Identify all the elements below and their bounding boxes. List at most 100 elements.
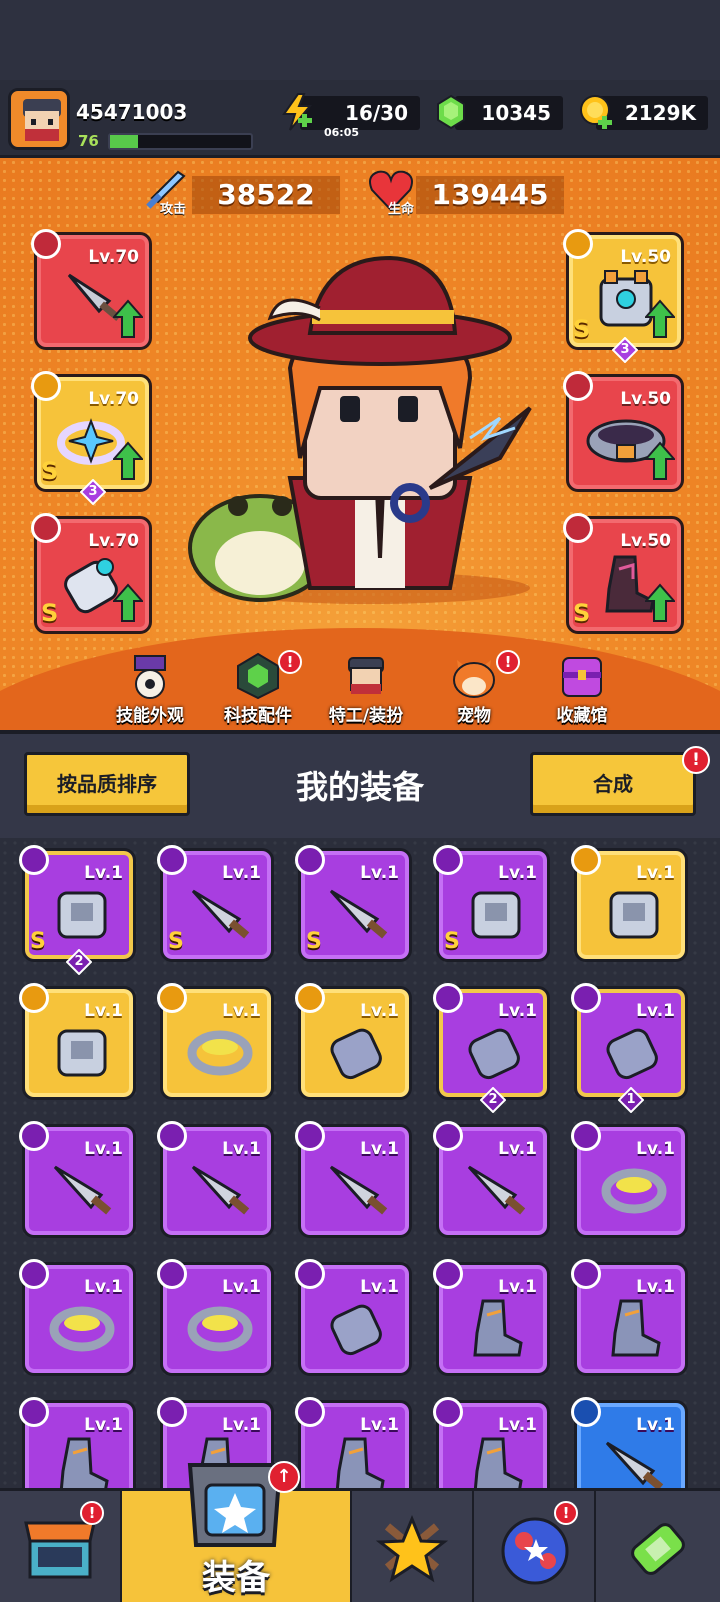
armor-type-icon	[19, 845, 49, 875]
energy-counter[interactable]: 16/30	[300, 96, 420, 130]
boots-type-icon	[563, 513, 593, 543]
boots-type-icon	[157, 1397, 187, 1427]
boots-type-icon	[19, 1397, 49, 1427]
tab-shop[interactable]: !	[0, 1491, 122, 1602]
tab-equipment[interactable]: ↑ 装备	[122, 1461, 352, 1602]
weapon-type-icon	[31, 229, 61, 259]
alert-badge: !	[554, 1501, 578, 1525]
weapon-type-icon	[295, 1121, 325, 1151]
tab-lab[interactable]	[596, 1491, 720, 1602]
hero-nav-skill-skins[interactable]: 技能外观	[100, 648, 200, 730]
inventory-item[interactable]: Lv.1	[295, 983, 412, 1100]
inventory-item[interactable]: Lv.1 S	[157, 845, 274, 962]
equip-slot-necklace[interactable]: Lv.70 S 3	[31, 371, 152, 506]
necklace-item-icon	[187, 1030, 253, 1076]
inventory-item[interactable]: Lv.1	[19, 1259, 136, 1376]
equip-slot-belt[interactable]: Lv.50	[563, 371, 684, 492]
inventory-item[interactable]: Lv.1 S 2	[19, 845, 136, 976]
inventory-item[interactable]: Lv.1	[295, 1121, 412, 1238]
inventory-item[interactable]: Lv.1	[19, 1397, 136, 1488]
item-level: Lv.1	[84, 1277, 123, 1297]
coin-icon[interactable]	[578, 92, 612, 132]
alert-badge: !	[278, 650, 302, 674]
grade-badge: S	[573, 599, 591, 627]
grade-badge: S	[573, 315, 591, 343]
boots-type-icon	[433, 1259, 463, 1289]
hp-label: 生命	[388, 202, 415, 217]
inventory-item[interactable]: Lv.1 2	[433, 983, 550, 1114]
necklace-type-icon	[571, 1121, 601, 1151]
inventory-item[interactable]: Lv.1	[19, 1121, 136, 1238]
boots-item-icon	[335, 1437, 385, 1488]
inventory-item[interactable]: Lv.1	[157, 983, 274, 1100]
inventory-item[interactable]: Lv.1	[157, 1121, 274, 1238]
gem-icon[interactable]	[434, 92, 468, 132]
inventory-item[interactable]: Lv.1 1	[571, 983, 688, 1114]
lightning-icon[interactable]	[280, 92, 314, 132]
boots-type-icon	[433, 1397, 463, 1427]
hero-nav-collection[interactable]: 收藏馆	[532, 648, 632, 730]
upgrade-arrow-icon	[113, 299, 143, 338]
merge-button[interactable]: 合成	[530, 752, 696, 816]
grade-badge: S	[306, 929, 322, 954]
item-level: Lv.1	[498, 863, 537, 883]
boots-type-icon	[571, 1259, 601, 1289]
tab-battle[interactable]	[352, 1491, 474, 1602]
slot-level: Lv.70	[88, 247, 139, 267]
player-level: 76	[78, 132, 99, 150]
slot-level: Lv.50	[620, 389, 671, 409]
weapon-item-icon	[467, 1165, 526, 1215]
weapon-type-icon	[571, 1397, 601, 1427]
inventory-item[interactable]: Lv.1	[433, 1121, 550, 1238]
grade-badge: S	[30, 929, 46, 954]
inventory-item[interactable]: Lv.1 S	[295, 845, 412, 962]
inventory-item[interactable]: Lv.1	[571, 845, 688, 962]
boots-item-icon	[473, 1437, 523, 1488]
equip-slot-gloves[interactable]: Lv.70 S	[31, 513, 152, 634]
inventory-item[interactable]: Lv.1	[571, 1397, 688, 1488]
status-bar-area	[0, 0, 720, 80]
player-avatar[interactable]	[8, 88, 70, 150]
star-count: 3	[79, 478, 107, 506]
hero-nav-agent-outfit[interactable]: 特工/装扮	[316, 648, 416, 730]
tab-planet[interactable]: !	[474, 1491, 596, 1602]
inventory-item[interactable]: Lv.1	[571, 1259, 688, 1376]
weapon-item-icon	[329, 1165, 388, 1215]
inventory-item[interactable]: Lv.1	[19, 983, 136, 1100]
inventory-item[interactable]: Lv.1 S	[433, 845, 550, 962]
inventory-item[interactable]: Lv.1	[295, 1397, 412, 1488]
grade-badge: S	[41, 457, 59, 485]
inventory-item[interactable]: Lv.1	[433, 1259, 550, 1376]
slot-level: Lv.70	[88, 389, 139, 409]
inventory-item[interactable]: Lv.1	[157, 1259, 274, 1376]
equip-slot-weapon[interactable]: Lv.70	[31, 229, 152, 350]
armor-type-icon	[433, 845, 463, 875]
armor-item-icon	[471, 891, 521, 939]
inventory-item[interactable]: Lv.1	[571, 1121, 688, 1238]
item-level: Lv.1	[222, 863, 261, 883]
upgrade-arrow-icon	[645, 299, 675, 338]
gem-counter[interactable]: 10345	[455, 96, 563, 130]
equip-slot-boots[interactable]: Lv.50 S	[563, 513, 684, 634]
item-level: Lv.1	[636, 1415, 675, 1435]
gloves-item-icon	[606, 1028, 658, 1080]
inventory-item[interactable]: Lv.1	[295, 1259, 412, 1376]
armor-item-icon	[57, 891, 107, 939]
coin-counter[interactable]: 2129K	[596, 96, 708, 130]
equip-slot-armor[interactable]: Lv.50 S 3	[563, 229, 684, 364]
inventory-item[interactable]: Lv.1	[433, 1397, 550, 1488]
hero-nav-pets[interactable]: ! 宠物	[424, 648, 524, 730]
item-level: Lv.1	[222, 1001, 261, 1021]
alert-badge: ↑	[268, 1461, 300, 1493]
star-count: 3	[611, 336, 639, 364]
armor-type-icon	[19, 983, 49, 1013]
weapon-type-icon	[157, 845, 187, 875]
agent-icon	[348, 657, 384, 694]
hp-value: 139445	[416, 176, 564, 214]
necklace-type-icon	[157, 983, 187, 1013]
hero-character[interactable]	[170, 238, 570, 618]
necklace-item-icon	[601, 1168, 667, 1214]
item-level: Lv.1	[636, 863, 675, 883]
armor-type-icon	[571, 845, 601, 875]
hero-nav-tech-parts[interactable]: ! 科技配件	[208, 648, 308, 730]
